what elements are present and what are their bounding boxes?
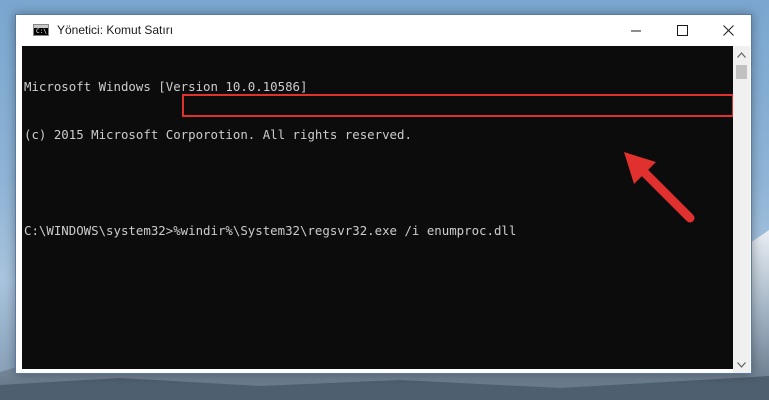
scroll-up-button[interactable]: [733, 46, 750, 63]
title-bar[interactable]: C:\ Yönetici: Komut Satırı: [16, 15, 751, 46]
command-highlight-box: [182, 94, 734, 117]
scroll-thumb[interactable]: [736, 65, 747, 79]
maximize-icon: [676, 25, 688, 36]
chevron-down-icon: [737, 361, 746, 368]
console-line: Microsoft Windows [Version 10.0.10586]: [24, 79, 308, 94]
console-command-line: C:\WINDOWS\system32>%windir%\System32\re…: [24, 223, 517, 238]
red-arrow-icon: [624, 152, 695, 223]
console-area[interactable]: Microsoft Windows [Version 10.0.10586] (…: [22, 46, 734, 369]
minimize-button[interactable]: [613, 15, 659, 46]
cmd-app-icon: C:\: [33, 24, 49, 36]
window-title: Yönetici: Komut Satırı: [57, 23, 174, 37]
vertical-scrollbar[interactable]: [733, 46, 750, 373]
scroll-down-button[interactable]: [733, 356, 750, 373]
minimize-icon: [630, 30, 641, 32]
chevron-up-icon: [737, 51, 746, 58]
maximize-button[interactable]: [659, 15, 705, 46]
close-button[interactable]: [705, 15, 751, 46]
close-icon: [722, 25, 734, 36]
console-output: Microsoft Windows [Version 10.0.10586] (…: [24, 47, 516, 271]
cmd-app-icon-label: C:\: [36, 28, 47, 35]
console-line: (c) 2015 Microsoft Corporotion. All righ…: [24, 127, 412, 142]
command-prompt-window: C:\ Yönetici: Komut Satırı Microsoft Win…: [15, 14, 752, 374]
